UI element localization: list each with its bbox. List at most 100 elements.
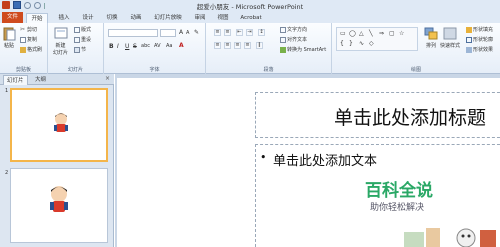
bold-button[interactable]: B <box>109 43 114 50</box>
align-left-icon[interactable]: ≡ <box>214 42 221 49</box>
triangle-shape-icon[interactable]: △ <box>359 30 364 37</box>
justify-icon[interactable]: ≡ <box>244 42 251 49</box>
paragraph-group-label: 段落 <box>263 67 274 73</box>
line-shape-icon[interactable]: ╲ <box>369 30 373 37</box>
title-bar: 超爱小朋友 - Microsoft PowerPoint <box>0 0 500 11</box>
font-group-label: 字体 <box>149 67 160 73</box>
ribbon-tabs: 文件 开始 插入 设计 切换 动画 幻灯片放映 审阅 视图 Acrobat <box>0 11 500 23</box>
arrange-button[interactable]: 排列 <box>424 26 438 49</box>
text-direction-button[interactable]: 文字方向 <box>280 26 307 33</box>
reset-button[interactable]: 重设 <box>74 36 91 43</box>
drawing-group: ▭ ◯ △ ╲ ⇒ ▢ ☆ { } ∿ ◇ 排列 快速样式 形状填充 形状轮廓 … <box>332 23 500 74</box>
slide-thumbnail-1[interactable] <box>10 88 108 162</box>
columns-icon[interactable]: ∥ <box>256 42 263 49</box>
line-spacing-icon[interactable]: ↕ <box>258 29 265 36</box>
clipboard-group-label: 剪贴板 <box>15 67 31 73</box>
numbering-icon[interactable]: ≡ <box>224 29 231 36</box>
grow-font-button[interactable]: A <box>179 29 183 36</box>
cut-label: 剪切 <box>27 27 38 33</box>
slide-number-1: 1 <box>5 88 9 94</box>
tab-slides-pane[interactable]: 幻灯片 <box>3 75 28 85</box>
paste-button[interactable]: 粘贴 <box>2 26 16 49</box>
diamond-shape-icon[interactable]: ◇ <box>369 40 374 47</box>
arrow-shape-icon[interactable]: ⇒ <box>379 30 384 37</box>
align-right-icon[interactable]: ≡ <box>234 42 241 49</box>
tab-animations[interactable]: 动画 <box>126 13 146 23</box>
tab-review[interactable]: 审阅 <box>190 13 210 23</box>
tab-design[interactable]: 设计 <box>78 13 98 23</box>
italic-button[interactable]: I <box>117 43 119 50</box>
scissors-icon: ✂ <box>20 25 26 33</box>
brace-shape-icon[interactable]: { <box>340 40 344 47</box>
new-slide-button[interactable]: 新建 幻灯片 <box>53 26 68 56</box>
new-slide-icon <box>54 27 67 39</box>
bracket-shape-icon[interactable]: } <box>349 40 353 47</box>
section-button[interactable]: 节 <box>74 46 86 53</box>
slide-thumbnail-2[interactable] <box>10 168 108 243</box>
clear-format-icon[interactable]: ✎ <box>194 29 199 36</box>
tab-slideshow[interactable]: 幻灯片放映 <box>150 13 186 23</box>
copy-button[interactable]: 复制 <box>20 36 37 43</box>
tab-view[interactable]: 视图 <box>213 13 233 23</box>
rectangle-shape-icon[interactable]: ▭ <box>340 30 346 37</box>
rounded-rect-shape-icon[interactable]: ▢ <box>389 30 395 37</box>
paragraph-group: ≡ ≡ ⇤ ⇥ ↕ ≡ ≡ ≡ ≡ ∥ 文字方向 对齐文本 转换为 SmartA… <box>206 23 332 74</box>
align-text-button[interactable]: 对齐文本 <box>280 36 307 43</box>
shrink-font-button[interactable]: A <box>186 30 189 36</box>
smartart-button[interactable]: 转换为 SmartArt <box>280 46 326 53</box>
increase-indent-icon[interactable]: ⇥ <box>246 29 253 36</box>
underline-button[interactable]: U <box>125 43 129 50</box>
tab-home[interactable]: 开始 <box>26 13 48 23</box>
shadow-button[interactable]: abc <box>141 43 150 49</box>
strikethrough-button[interactable]: S <box>133 43 137 50</box>
shape-outline-button[interactable]: 形状轮廓 <box>466 36 493 43</box>
text-direction-icon <box>280 26 286 33</box>
layout-button[interactable]: 版式 <box>74 26 91 33</box>
reset-icon <box>74 36 80 43</box>
font-family-combo[interactable] <box>108 29 158 37</box>
decrease-indent-icon[interactable]: ⇤ <box>236 29 243 36</box>
new-slide-label-2: 幻灯片 <box>53 50 69 56</box>
format-painter-button[interactable]: 格式刷 <box>20 46 42 53</box>
watermark-subtitle: 助你轻松解决 <box>370 203 425 213</box>
shape-fill-label: 形状填充 <box>473 27 494 33</box>
tab-outline-pane[interactable]: 大纲 <box>32 75 49 85</box>
curve-shape-icon[interactable]: ∿ <box>359 40 364 47</box>
quick-styles-button[interactable]: 快速样式 <box>440 26 460 49</box>
tab-acrobat[interactable]: Acrobat <box>237 13 265 23</box>
layout-label: 版式 <box>81 27 92 33</box>
close-pane-icon[interactable]: × <box>105 75 110 82</box>
font-group: A A ✎ B I U S abc AV Aa A 字体 <box>104 23 206 74</box>
copy-icon <box>20 36 26 43</box>
shapes-gallery[interactable]: ▭ ◯ △ ╲ ⇒ ▢ ☆ { } ∿ ◇ <box>336 27 418 51</box>
clipboard-group: 粘贴 ✂ 剪切 复制 格式刷 剪贴板 <box>0 23 48 74</box>
title-placeholder-box[interactable]: 单击此处添加标题 <box>255 92 500 138</box>
shape-fill-button[interactable]: 形状填充 <box>466 26 493 33</box>
align-text-label: 对齐文本 <box>287 37 308 43</box>
new-slide-label: 新建 <box>55 43 66 49</box>
font-color-button[interactable]: A <box>179 42 184 49</box>
outline-pen-icon <box>466 36 472 43</box>
bullet-point: • <box>260 151 267 164</box>
change-case-button[interactable]: Aa <box>166 43 172 49</box>
smartart-label: 转换为 SmartArt <box>287 47 327 53</box>
character-spacing-button[interactable]: AV <box>154 43 161 49</box>
oval-shape-icon[interactable]: ◯ <box>349 30 356 37</box>
tab-transitions[interactable]: 切换 <box>102 13 122 23</box>
layout-icon <box>74 26 80 33</box>
font-size-combo[interactable] <box>160 29 176 37</box>
cut-button[interactable]: ✂ 剪切 <box>20 26 37 33</box>
quick-styles-label: 快速样式 <box>440 43 461 49</box>
paste-label: 粘贴 <box>3 43 14 49</box>
quick-styles-icon <box>443 27 457 40</box>
arrange-icon <box>424 27 438 40</box>
align-center-icon[interactable]: ≡ <box>224 42 231 49</box>
tab-insert[interactable]: 插入 <box>54 13 74 23</box>
slides-group: 新建 幻灯片 版式 重设 节 幻灯片 <box>48 23 104 74</box>
bullets-icon[interactable]: ≡ <box>214 29 221 36</box>
shape-effects-button[interactable]: 形状效果 <box>466 46 493 53</box>
section-label: 节 <box>81 47 87 53</box>
star-shape-icon[interactable]: ☆ <box>399 30 404 37</box>
reset-label: 重设 <box>81 37 92 43</box>
tab-file[interactable]: 文件 <box>2 12 23 23</box>
